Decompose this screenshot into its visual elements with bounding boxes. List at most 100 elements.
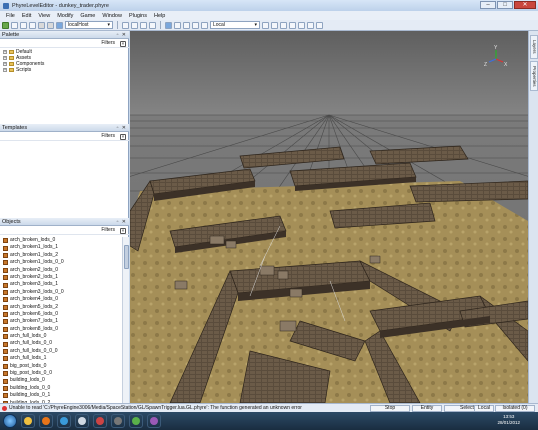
list-item[interactable]: big_post_lods_0 xyxy=(0,363,122,370)
system-clock[interactable]: 13:53 28/01/2012 xyxy=(497,414,520,426)
minimize-button[interactable]: – xyxy=(480,1,496,9)
local-button[interactable]: Local xyxy=(474,405,494,412)
scrollbar-thumb[interactable] xyxy=(124,245,129,269)
list-item[interactable]: arch_full_lods_0_0_0 xyxy=(0,348,122,355)
terminal-icon[interactable] xyxy=(111,414,125,428)
list-item[interactable]: building_lods_0_0 xyxy=(0,385,122,392)
copy-icon[interactable] xyxy=(131,21,138,29)
expand-icon[interactable]: + xyxy=(3,68,7,72)
redo-icon[interactable] xyxy=(47,21,54,29)
folder-icon xyxy=(9,62,14,66)
menu-game[interactable]: Game xyxy=(80,13,95,19)
settings-icon[interactable] xyxy=(316,21,323,29)
undo-icon[interactable] xyxy=(38,21,45,29)
expand-icon[interactable]: + xyxy=(3,62,7,66)
light-icon[interactable] xyxy=(280,21,287,29)
menu-window[interactable]: Window xyxy=(102,13,122,19)
scale-tool-icon[interactable] xyxy=(192,21,199,29)
list-item[interactable]: arch_broken6_lods_0 xyxy=(0,311,122,318)
close-button[interactable]: ✕ xyxy=(514,1,536,9)
list-item[interactable]: arch_full_lods_0_0 xyxy=(0,340,122,347)
list-item[interactable]: arch_broken1_lods_0_0 xyxy=(0,259,122,266)
snap-icon[interactable] xyxy=(201,21,208,29)
list-item[interactable]: arch_broken_lods_0 xyxy=(0,237,122,244)
space-value: Local xyxy=(213,22,225,28)
media-player-icon[interactable] xyxy=(57,414,71,428)
maximize-button[interactable]: □ xyxy=(497,1,513,9)
list-item[interactable]: building_lods_0_1 xyxy=(0,392,122,399)
list-item[interactable]: arch_broken4_lods_0 xyxy=(0,296,122,303)
isolated-button[interactable]: Isolated (0) xyxy=(495,405,535,412)
play-icon[interactable] xyxy=(2,21,9,29)
paste-icon[interactable] xyxy=(140,21,147,29)
tab-layers[interactable]: Layers xyxy=(530,35,538,59)
entity-button[interactable]: Entity xyxy=(412,405,442,412)
panel-buttons[interactable]: ▫ ✕ xyxy=(117,124,127,132)
menu-file[interactable]: File xyxy=(6,13,15,19)
app-icon[interactable] xyxy=(129,414,143,428)
menu-modify[interactable]: Modify xyxy=(57,13,73,19)
3d-viewport[interactable]: Y X Z xyxy=(130,31,528,403)
list-item[interactable]: arch_broken8_lods_0 xyxy=(0,326,122,333)
list-item[interactable]: building_lods_0 xyxy=(0,377,122,384)
phyre-editor-icon[interactable] xyxy=(93,414,107,428)
rotate-tool-icon[interactable] xyxy=(183,21,190,29)
grid-icon[interactable] xyxy=(262,21,269,29)
move-tool-icon[interactable] xyxy=(174,21,181,29)
list-item[interactable]: arch_full_lods_0 xyxy=(0,333,122,340)
menu-edit[interactable]: Edit xyxy=(22,13,31,19)
clear-filter-icon[interactable]: × xyxy=(120,134,126,140)
list-item[interactable]: arch_broken1_lods_2 xyxy=(0,252,122,259)
clear-filter-icon[interactable]: × xyxy=(120,228,126,234)
list-item[interactable]: arch_broken1_lods_1 xyxy=(0,244,122,251)
objects-filters-button[interactable]: Filters xyxy=(101,226,115,235)
clear-filter-icon[interactable]: × xyxy=(120,41,126,47)
expand-icon[interactable]: + xyxy=(3,56,7,60)
list-item[interactable]: arch_broken7_lods_1 xyxy=(0,318,122,325)
delete-icon[interactable] xyxy=(149,21,156,29)
audio-icon[interactable] xyxy=(298,21,305,29)
app-icon xyxy=(3,2,9,9)
panel-buttons[interactable]: ▫ ✕ xyxy=(117,218,127,226)
list-item[interactable]: arch_broken3_lods_0_0 xyxy=(0,289,122,296)
select-tool-icon[interactable] xyxy=(165,21,172,29)
list-item[interactable]: big_post_lods_0_0 xyxy=(0,370,122,377)
physics-icon[interactable] xyxy=(289,21,296,29)
list-item[interactable]: arch_full_lods_1 xyxy=(0,355,122,362)
toolbar-separator xyxy=(160,21,161,29)
host-select[interactable]: localHost ▾ xyxy=(65,21,113,29)
cut-icon[interactable] xyxy=(122,21,129,29)
space-select[interactable]: Local ▾ xyxy=(210,21,260,29)
panel-buttons[interactable]: ▫ ✕ xyxy=(117,31,127,39)
list-item[interactable]: arch_broken2_lods_1 xyxy=(0,274,122,281)
connect-icon[interactable] xyxy=(56,21,63,29)
list-item[interactable]: arch_broken2_lods_0 xyxy=(0,267,122,274)
render-icon[interactable] xyxy=(307,21,314,29)
open-icon[interactable] xyxy=(20,21,27,29)
stop-button[interactable]: Stop xyxy=(370,405,410,412)
title-bar: PhyreLevelEditor - dunkey_trader.phyre –… xyxy=(0,0,538,11)
tree-item[interactable]: + Scripts xyxy=(0,67,129,73)
templates-filters-button[interactable]: Filters xyxy=(101,132,115,141)
menu-plugins[interactable]: Plugins xyxy=(129,13,147,19)
list-item[interactable]: arch_broken5_lods_2 xyxy=(0,304,122,311)
menu-help[interactable]: Help xyxy=(154,13,165,19)
menu-bar: File Edit View Modify Game Window Plugin… xyxy=(0,11,538,20)
start-button-icon[interactable] xyxy=(3,414,17,428)
save-icon[interactable] xyxy=(29,21,36,29)
firefox-icon[interactable] xyxy=(39,414,53,428)
status-message: Unable to read 'C:/PhyreEngine3006/Media… xyxy=(2,404,302,412)
palette-filters-button[interactable]: Filters xyxy=(101,39,115,48)
host-value: localHost xyxy=(68,22,89,28)
list-item-label: building_lods_0_1 xyxy=(10,392,51,399)
objects-scrollbar[interactable] xyxy=(122,237,129,403)
list-item[interactable]: arch_broken3_lods_1 xyxy=(0,281,122,288)
new-icon[interactable] xyxy=(11,21,18,29)
expand-icon[interactable]: + xyxy=(3,50,7,54)
tab-properties[interactable]: Properties xyxy=(530,61,538,91)
app-icon[interactable] xyxy=(75,414,89,428)
explorer-icon[interactable] xyxy=(21,414,35,428)
app-icon[interactable] xyxy=(147,414,161,428)
menu-view[interactable]: View xyxy=(38,13,50,19)
camera-icon[interactable] xyxy=(271,21,278,29)
